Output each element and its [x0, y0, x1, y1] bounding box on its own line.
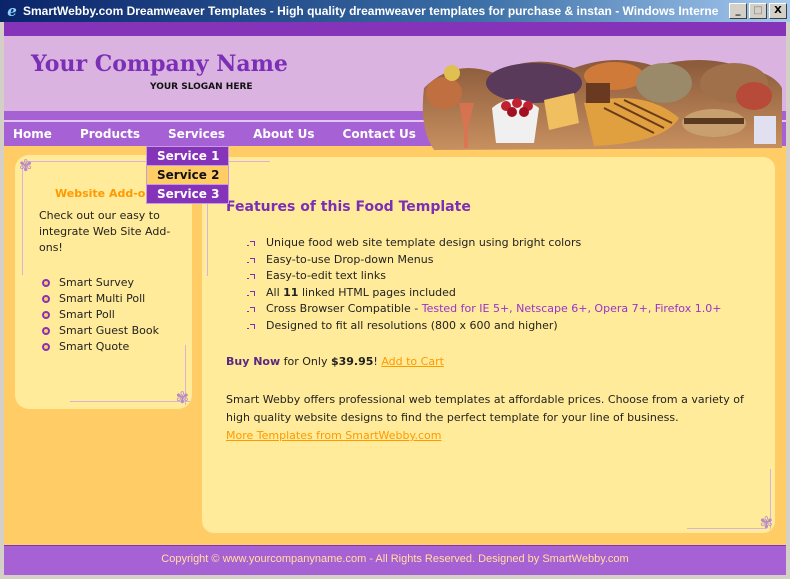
addon-item[interactable]: Smart Quote	[39, 339, 184, 355]
company-name[interactable]: Your Company Name	[31, 51, 288, 77]
addon-label[interactable]: Smart Poll	[59, 308, 115, 321]
corner-bullet-icon	[247, 274, 255, 280]
more-templates-link[interactable]: More Templates from SmartWebby.com	[226, 429, 441, 442]
description: Smart Webby offers professional web temp…	[226, 391, 766, 445]
internet-explorer-icon: e	[7, 2, 17, 20]
buy-now-label: Buy Now	[226, 355, 281, 368]
ornament-line	[70, 401, 190, 402]
food-banner-image	[422, 59, 782, 150]
dropdown-service-1[interactable]: Service 1	[147, 147, 228, 166]
site-footer: Copyright © www.yourcompanyname.com - Al…	[4, 545, 786, 575]
ornament-line	[22, 165, 23, 275]
flower-ornament-icon: ✾	[19, 156, 33, 175]
for-only-text: for Only	[280, 355, 331, 368]
footer-divider	[4, 545, 786, 546]
main-content: ✾ Features of this Food Template Unique …	[202, 157, 775, 533]
circle-bullet-icon	[42, 327, 50, 335]
addon-item[interactable]: Smart Guest Book	[39, 323, 184, 339]
price: $39.95	[330, 355, 374, 368]
dropdown-service-2[interactable]: Service 2	[147, 166, 228, 185]
window-title: SmartWebby.com Dreamweaver Templates - H…	[23, 4, 718, 18]
addon-item[interactable]: Smart Survey	[39, 275, 184, 291]
circle-bullet-icon	[42, 295, 50, 303]
nav-about-us[interactable]: About Us	[253, 127, 314, 141]
maximize-button[interactable]: □	[749, 3, 767, 19]
feature-item: Designed to fit all resolutions (800 x 6…	[247, 318, 721, 335]
dropdown-service-3[interactable]: Service 3	[147, 185, 228, 203]
flower-ornament-icon: ✾	[759, 513, 773, 532]
feature-text: Cross Browser Compatible -	[266, 302, 422, 316]
corner-bullet-icon	[247, 241, 255, 246]
description-text: Smart Webby offers professional web temp…	[226, 393, 744, 424]
addon-label[interactable]: Smart Multi Poll	[59, 292, 145, 305]
addon-label[interactable]: Smart Guest Book	[59, 324, 159, 337]
main-heading: Features of this Food Template	[226, 199, 471, 215]
sidebar-intro: Check out our easy to integrate Web Site…	[39, 209, 171, 254]
circle-bullet-icon	[42, 279, 50, 287]
browser-compat-text: Tested for IE 5+, Netscape 6+, Opera 7+,…	[421, 302, 722, 316]
nav-contact-us[interactable]: Contact Us	[343, 127, 416, 141]
close-button[interactable]: X	[769, 3, 787, 19]
sidebar-title: Website Add-ons	[55, 187, 160, 200]
flower-ornament-icon: ✾	[175, 388, 189, 407]
feature-text: Designed to fit all resolutions (800 x 6…	[266, 318, 558, 332]
corner-bullet-icon	[247, 290, 255, 296]
addon-item[interactable]: Smart Poll	[39, 307, 184, 323]
corner-bullet-icon	[247, 257, 255, 263]
addon-item[interactable]: Smart Multi Poll	[39, 291, 184, 307]
feature-text: All	[266, 285, 284, 299]
page-viewport: Your Company Name YOUR SLOGAN HERE Home …	[4, 22, 786, 575]
copyright-text: Copyright © www.yourcompanyname.com - Al…	[161, 553, 629, 565]
window-titlebar: e SmartWebby.com Dreamweaver Templates -…	[0, 0, 790, 22]
feature-item: Easy-to-edit text links	[247, 268, 721, 285]
feature-text: Unique food web site template design usi…	[266, 236, 582, 249]
addons-list: Smart Survey Smart Multi Poll Smart Poll…	[39, 275, 184, 355]
minimize-button[interactable]: _	[729, 3, 747, 19]
slogan: YOUR SLOGAN HERE	[150, 82, 253, 92]
feature-item: Easy-to-use Drop-down Menus	[247, 252, 721, 269]
feature-item: Unique food web site template design usi…	[247, 235, 721, 252]
features-list: Unique food web site template design usi…	[247, 235, 722, 335]
services-dropdown-menu: Service 1 Service 2 Service 3	[146, 146, 229, 204]
feature-item: All 11 linked HTML pages included	[247, 285, 721, 302]
page-count: 11	[283, 285, 299, 299]
window-controls: _ □ X	[729, 3, 787, 19]
ornament-line	[25, 161, 165, 162]
nav-home[interactable]: Home	[13, 127, 52, 141]
corner-bullet-icon	[247, 307, 255, 313]
circle-bullet-icon	[42, 343, 50, 351]
corner-bullet-icon	[247, 323, 255, 329]
nav-services[interactable]: Services	[168, 127, 225, 141]
addon-label[interactable]: Smart Survey	[59, 276, 134, 289]
feature-text: Easy-to-edit text links	[266, 269, 386, 283]
addon-label[interactable]: Smart Quote	[59, 340, 129, 353]
top-bar	[4, 22, 786, 36]
add-to-cart-link[interactable]: Add to Cart	[381, 355, 444, 368]
feature-item: Cross Browser Compatible - Tested for IE…	[247, 301, 722, 318]
circle-bullet-icon	[42, 311, 50, 319]
feature-text: linked HTML pages included	[298, 285, 456, 299]
ornament-line	[687, 528, 767, 529]
buy-line: Buy Now for Only $39.95! Add to Cart	[226, 355, 444, 368]
feature-text: Easy-to-use Drop-down Menus	[266, 252, 434, 266]
nav-products[interactable]: Products	[80, 127, 140, 141]
